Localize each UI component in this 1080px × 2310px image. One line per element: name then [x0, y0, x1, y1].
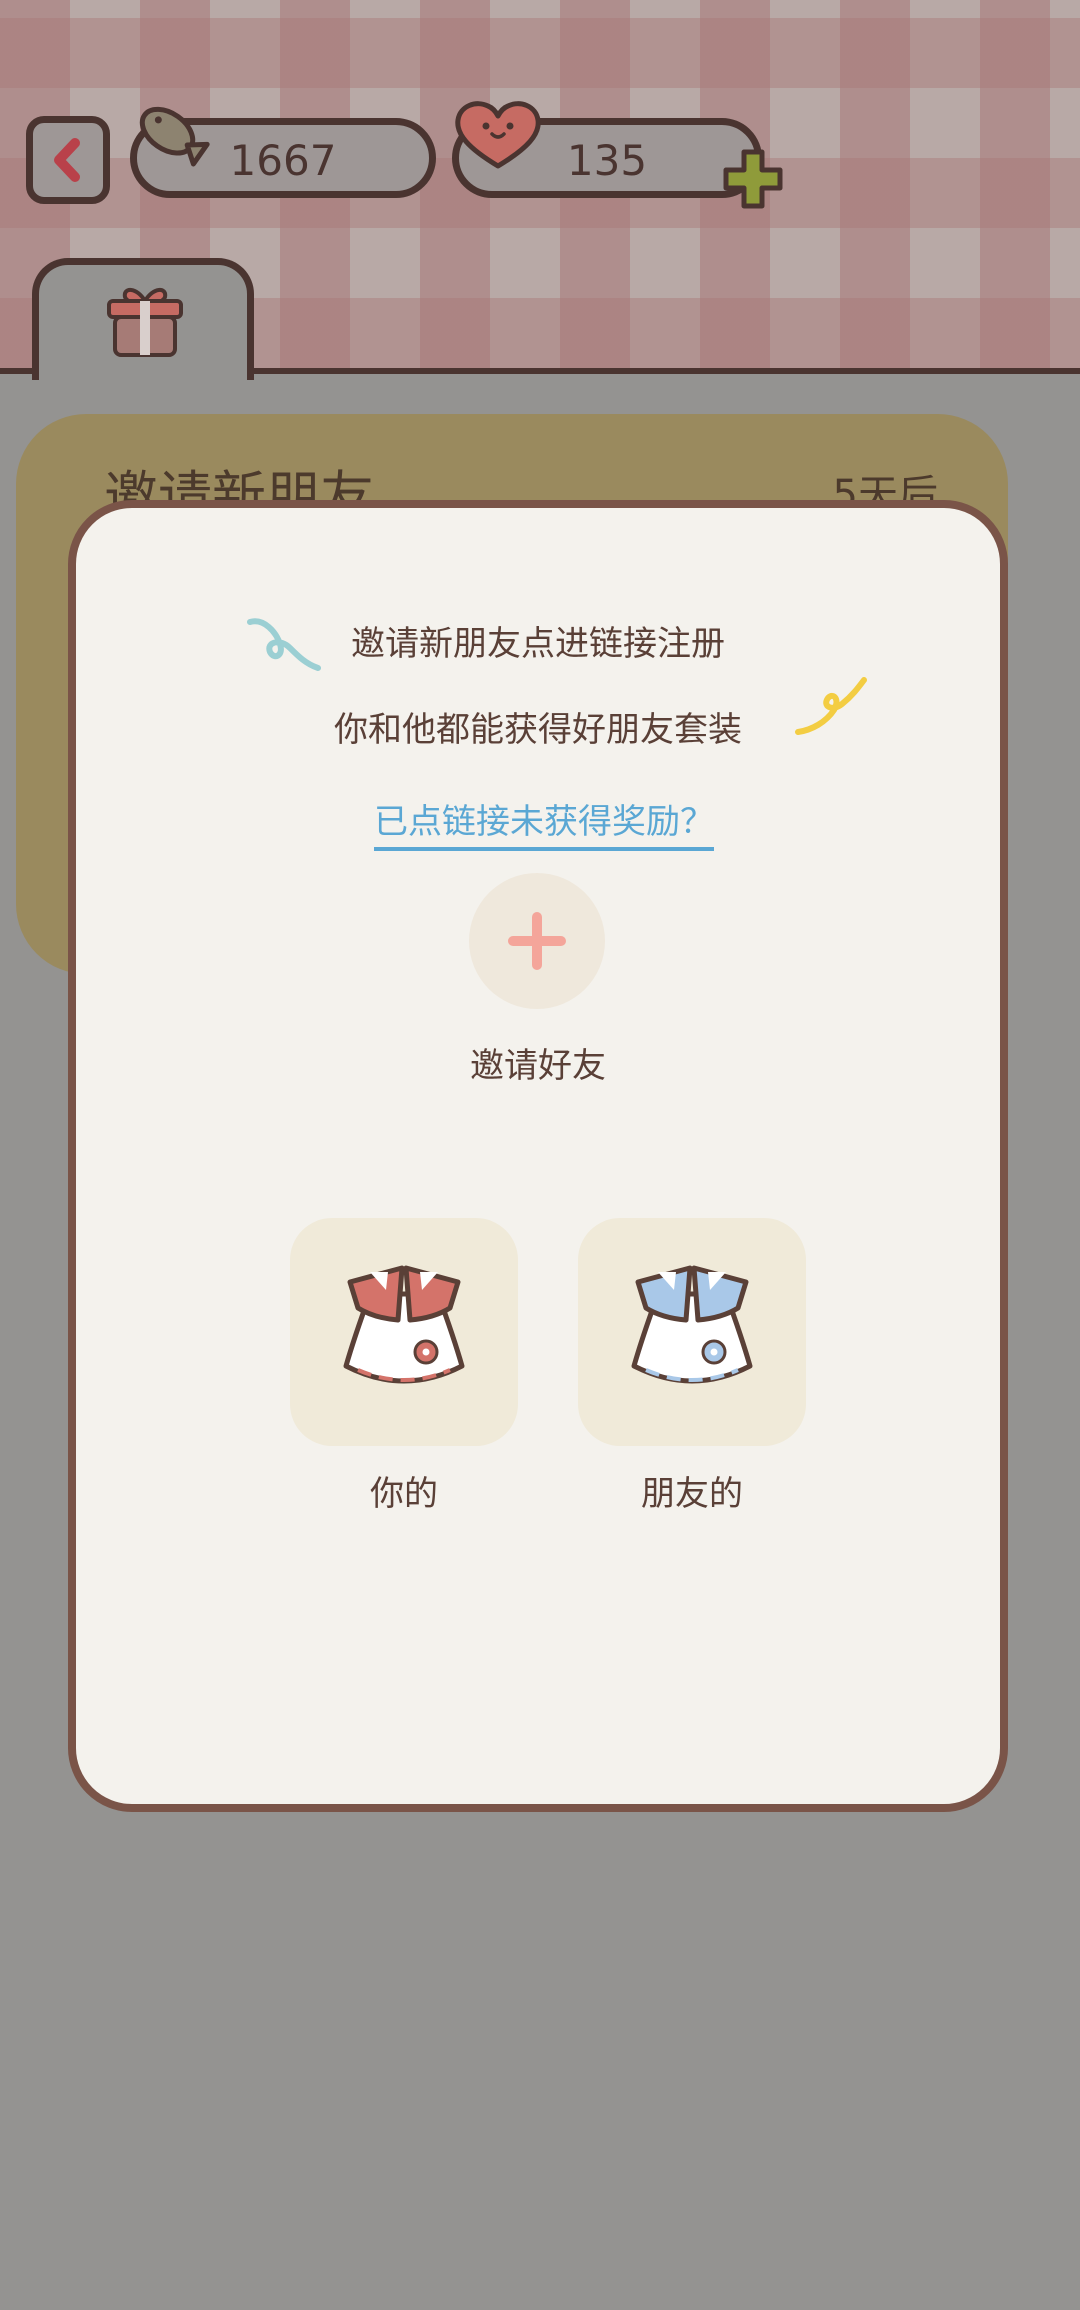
dress-icon — [631, 1265, 753, 1384]
tab-gift[interactable] — [32, 258, 254, 380]
heart-icon — [455, 101, 541, 169]
invite-modal: 邀请新朋友点进链接注册 你和他都能获得好朋友套装 已点链接未获得奖励？ 邀请好友… — [68, 500, 1008, 1812]
squiggle-icon — [795, 677, 867, 735]
fish-icon — [139, 106, 210, 167]
reward-friend-label: 朋友的 — [641, 1474, 743, 1514]
reward-your-outfit[interactable] — [290, 1218, 518, 1446]
reward-friend-outfit[interactable] — [578, 1218, 806, 1446]
back-chevron-icon — [54, 138, 80, 182]
invite-friend-label: 邀请好友 — [470, 1046, 606, 1086]
invite-friend-button[interactable] — [469, 873, 605, 1009]
gift-icon — [107, 288, 183, 357]
add-currency-plus-icon[interactable] — [720, 146, 786, 212]
reward-help-link[interactable]: 已点链接未获得奖励？ — [374, 794, 714, 851]
plus-icon — [508, 912, 566, 970]
dress-icon — [343, 1265, 465, 1384]
reward-your-label: 你的 — [370, 1474, 438, 1514]
invite-description-line1: 邀请新朋友点进链接注册 — [351, 624, 725, 664]
back-button[interactable] — [26, 116, 110, 204]
